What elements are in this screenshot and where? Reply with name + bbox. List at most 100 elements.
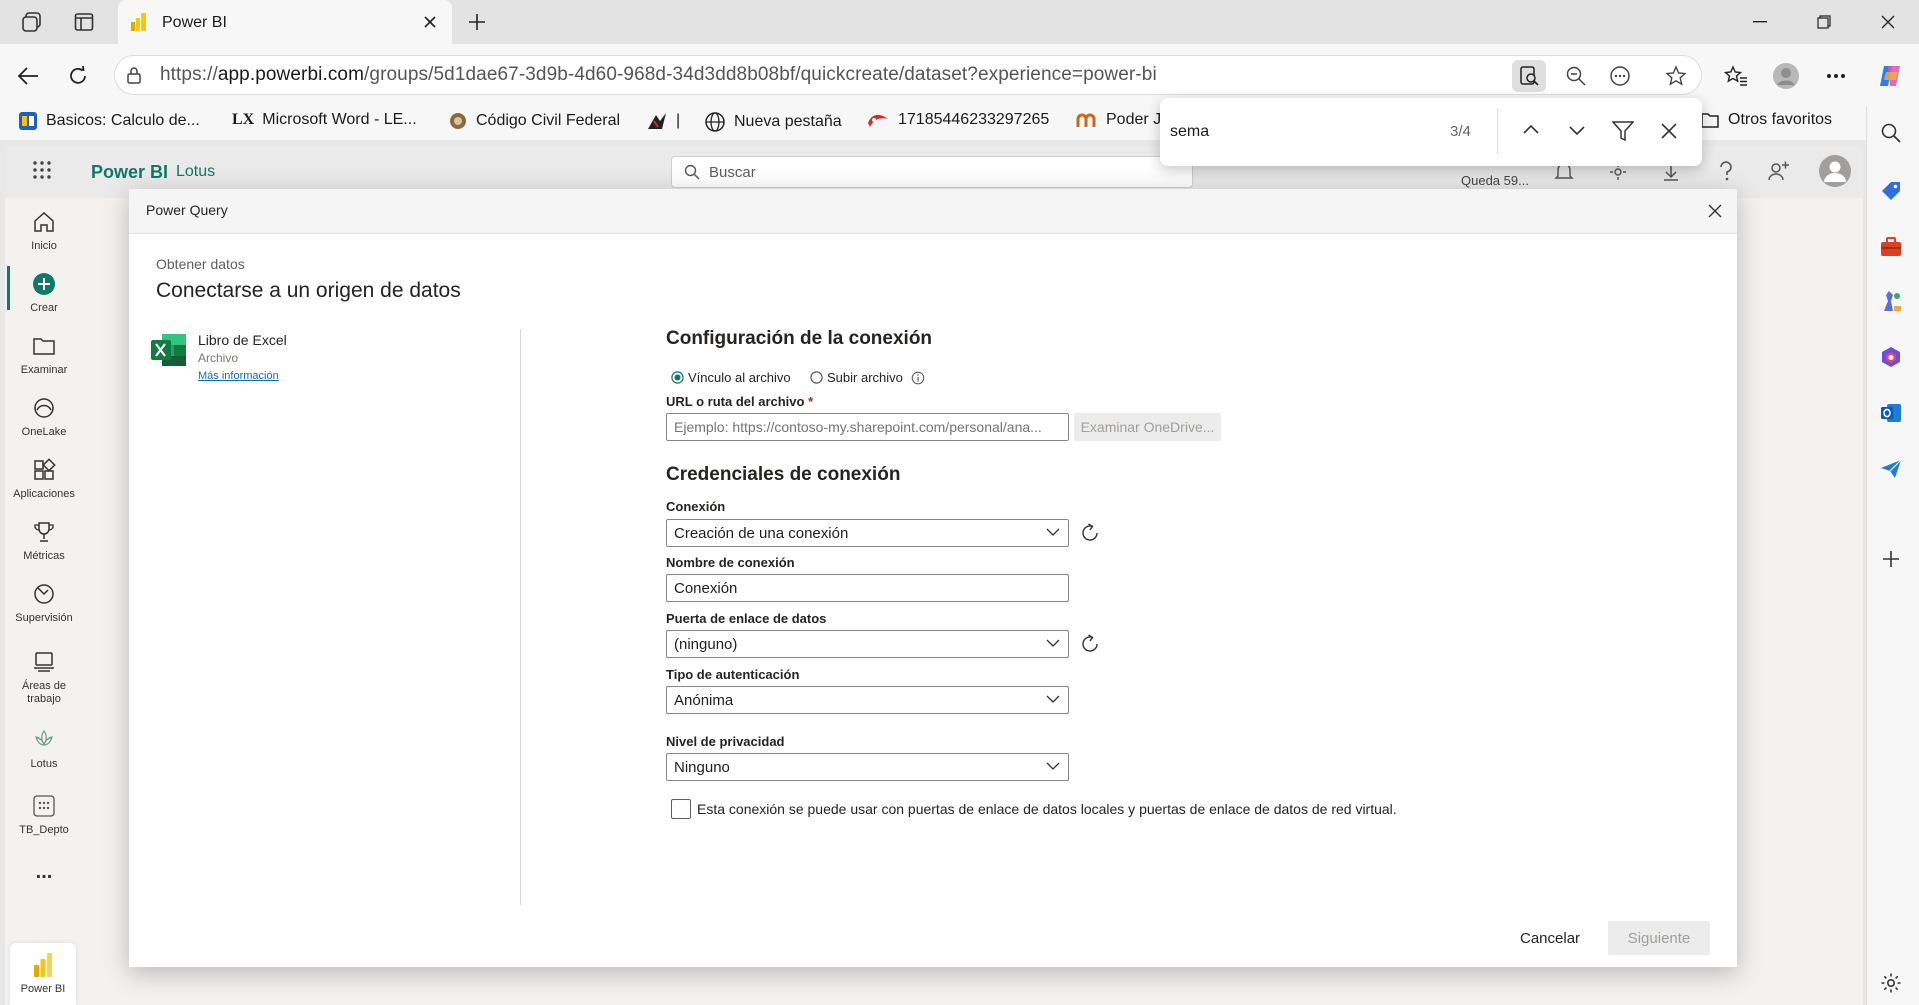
settings-more-icon[interactable] bbox=[1820, 60, 1852, 92]
bookmark-item[interactable]: 17185446233297265 bbox=[866, 111, 1049, 129]
search-icon[interactable] bbox=[1876, 118, 1906, 148]
tab-title: Power BI bbox=[162, 14, 227, 31]
other-favorites[interactable]: Otros favoritos bbox=[1700, 111, 1832, 129]
search-placeholder: Buscar bbox=[709, 164, 756, 181]
browse-onedrive-button[interactable]: Examinar OneDrive... bbox=[1074, 413, 1221, 441]
favorite-star-icon[interactable] bbox=[1660, 60, 1692, 92]
next-button[interactable]: Siguiente bbox=[1608, 921, 1710, 955]
trial-status[interactable]: Queda 59... bbox=[1461, 173, 1529, 188]
outlook-icon[interactable] bbox=[1876, 398, 1906, 428]
url-input[interactable] bbox=[666, 413, 1069, 441]
games-icon[interactable] bbox=[1876, 286, 1906, 316]
bookmark-item[interactable]: Código Civil Federal bbox=[448, 111, 620, 131]
info-icon[interactable] bbox=[911, 371, 925, 385]
restore-icon[interactable] bbox=[1802, 8, 1846, 36]
user-avatar[interactable] bbox=[1818, 154, 1852, 188]
privacy-level-select[interactable]: Ninguno bbox=[666, 753, 1069, 781]
copilot-icon[interactable] bbox=[1874, 60, 1906, 92]
bookmark-item[interactable]: Basicos: Calculo de... bbox=[18, 111, 200, 131]
workspace-name[interactable]: Lotus bbox=[176, 163, 215, 181]
connection-select[interactable]: Creación de una conexión bbox=[666, 519, 1069, 547]
auth-type-select[interactable]: Anónima bbox=[666, 686, 1069, 714]
add-sidebar-app-icon[interactable] bbox=[1876, 544, 1906, 574]
profile-avatar[interactable] bbox=[1770, 60, 1802, 92]
refresh-gateway-icon[interactable] bbox=[1079, 633, 1101, 655]
nav-item-aplicaciones[interactable]: Aplicaciones bbox=[5, 456, 83, 501]
connection-name-input[interactable] bbox=[666, 574, 1069, 602]
more-info-link[interactable]: Más información bbox=[198, 370, 279, 382]
power-query-dialog: Power Query Obtener datos Conectarse a u… bbox=[129, 189, 1737, 967]
nav-item-inicio[interactable]: Inicio bbox=[5, 208, 83, 253]
gateway-checkbox-label[interactable]: Esta conexión se puede usar con puertas … bbox=[697, 801, 1397, 817]
panel-divider bbox=[520, 329, 521, 905]
chevron-down-icon bbox=[1046, 695, 1060, 703]
source-name: Libro de Excel bbox=[198, 332, 287, 348]
breadcrumb: Obtener datos bbox=[156, 256, 245, 272]
workspaces-icon[interactable] bbox=[18, 9, 46, 35]
help-icon[interactable] bbox=[1718, 160, 1734, 182]
excel-icon bbox=[150, 332, 188, 368]
find-previous-icon[interactable] bbox=[1522, 123, 1540, 135]
sidebar-settings-icon[interactable] bbox=[1876, 968, 1906, 998]
gateway-select[interactable]: (ninguno) bbox=[666, 630, 1069, 658]
connection-name-label: Nombre de conexión bbox=[666, 555, 795, 570]
cancel-button[interactable]: Cancelar bbox=[1520, 930, 1580, 947]
app-name[interactable]: Power BI bbox=[91, 162, 168, 183]
new-tab-icon[interactable] bbox=[463, 9, 491, 35]
zoom-out-icon[interactable] bbox=[1560, 60, 1592, 92]
url-label: URL o ruta del archivo * bbox=[666, 394, 814, 409]
tab-actions-icon[interactable] bbox=[70, 9, 98, 35]
privacy-level-label: Nivel de privacidad bbox=[666, 734, 785, 749]
more-icon[interactable]: ... bbox=[5, 862, 83, 882]
refresh-connection-icon[interactable] bbox=[1079, 522, 1101, 544]
app-launcher-icon[interactable] bbox=[32, 160, 52, 180]
nav-item-crear[interactable]: Crear bbox=[5, 270, 83, 315]
radio-link-file[interactable]: Vínculo al archivo bbox=[671, 370, 791, 385]
tools-icon[interactable] bbox=[1876, 232, 1906, 262]
bookmark-item[interactable]: LX Microsoft Word - LE... bbox=[232, 111, 417, 129]
lotus-icon bbox=[30, 726, 58, 754]
nav-item-lotus[interactable]: Lotus bbox=[5, 726, 83, 771]
find-next-icon[interactable] bbox=[1568, 125, 1586, 137]
find-close-icon[interactable] bbox=[1661, 123, 1677, 139]
chevron-down-icon bbox=[1046, 639, 1060, 647]
nav-item-examinar[interactable]: Examinar bbox=[5, 332, 83, 377]
nav-item-areas-de-trabajo[interactable]: Áreas de trabajo bbox=[5, 648, 83, 706]
nav-item-onelake[interactable]: OneLake bbox=[5, 394, 83, 439]
nav-item-supervision[interactable]: Supervisión bbox=[5, 580, 83, 625]
dataset-icon bbox=[30, 792, 58, 820]
chevron-down-icon bbox=[1046, 762, 1060, 770]
radio-upload-file[interactable]: Subir archivo bbox=[810, 370, 925, 385]
share-people-icon[interactable] bbox=[1768, 161, 1790, 181]
close-tab-icon[interactable] bbox=[416, 9, 444, 35]
find-in-page-icon[interactable] bbox=[1512, 60, 1546, 92]
site-info-icon[interactable] bbox=[126, 66, 142, 84]
powerbi-logo bbox=[33, 952, 53, 978]
bookmark-item[interactable]: | bbox=[646, 111, 680, 131]
dialog-close-icon[interactable] bbox=[1708, 204, 1722, 218]
apps-icon bbox=[30, 456, 58, 484]
gateway-checkbox[interactable] bbox=[671, 799, 691, 819]
bookmark-item[interactable]: Nueva pestaña bbox=[704, 111, 842, 133]
search-icon bbox=[684, 164, 700, 180]
bookmark-item[interactable]: Poder J bbox=[1076, 111, 1161, 129]
refresh-icon[interactable] bbox=[62, 60, 94, 92]
shopping-tag-icon[interactable] bbox=[1876, 176, 1906, 206]
source-type: Archivo bbox=[198, 351, 239, 365]
connection-label: Conexión bbox=[666, 499, 726, 514]
connection-settings-title: Configuración de la conexión bbox=[666, 328, 933, 349]
send-icon[interactable] bbox=[1876, 454, 1906, 484]
back-icon[interactable] bbox=[12, 60, 44, 92]
credentials-title: Credenciales de conexión bbox=[666, 464, 901, 485]
find-input[interactable] bbox=[1170, 118, 1440, 146]
extensions-menu-icon[interactable] bbox=[1604, 60, 1636, 92]
minimize-icon[interactable] bbox=[1738, 8, 1782, 36]
download-icon[interactable] bbox=[1662, 164, 1680, 182]
close-window-icon[interactable] bbox=[1866, 8, 1910, 36]
favorites-icon[interactable] bbox=[1720, 60, 1752, 92]
nav-item-metricas[interactable]: Métricas bbox=[5, 518, 83, 563]
find-filter-icon[interactable] bbox=[1612, 121, 1634, 141]
nav-item-tb-depto[interactable]: TB_Depto bbox=[5, 792, 83, 837]
folder-icon bbox=[30, 332, 58, 360]
microsoft-365-icon[interactable] bbox=[1876, 342, 1906, 372]
